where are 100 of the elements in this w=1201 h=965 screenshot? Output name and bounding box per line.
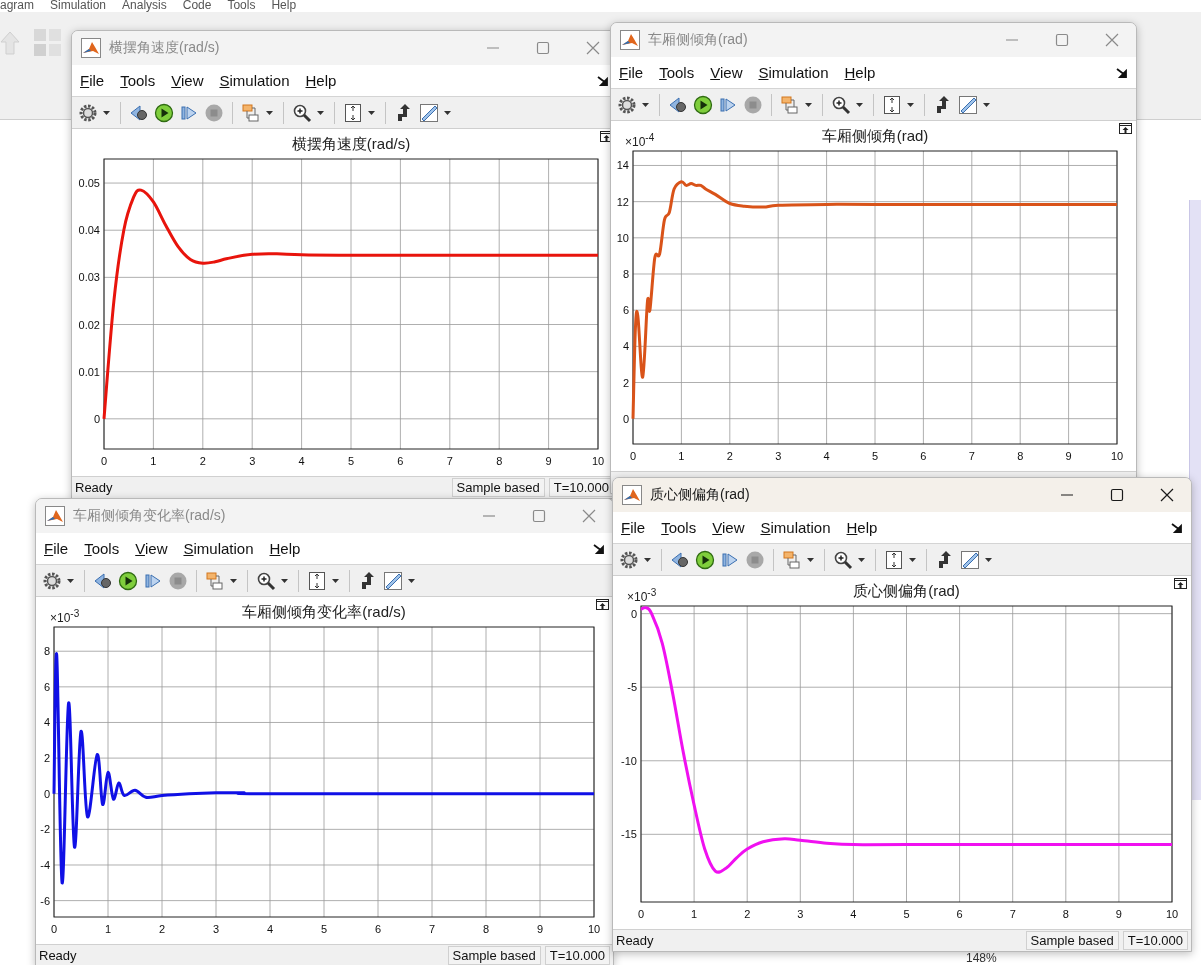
- caret-icon[interactable]: [67, 578, 74, 583]
- tick-label: 12: [616, 195, 629, 208]
- blocks-icon[interactable]: [205, 570, 225, 591]
- settings-icon[interactable]: [617, 94, 637, 115]
- zoom-icon[interactable]: [256, 570, 276, 591]
- caret-icon[interactable]: [266, 110, 273, 115]
- ruler-icon[interactable]: [958, 94, 978, 115]
- blocks-icon[interactable]: [780, 94, 800, 115]
- caret-icon[interactable]: [642, 102, 649, 107]
- caret-icon[interactable]: [909, 557, 916, 562]
- menu-item[interactable]: Simulation: [760, 519, 831, 536]
- menu-item[interactable]: Tools: [227, 0, 256, 11]
- caret-icon[interactable]: [985, 557, 992, 562]
- zoom-icon[interactable]: [831, 94, 851, 115]
- caret-icon[interactable]: [856, 102, 863, 107]
- tick-label: 9: [536, 923, 544, 935]
- menu-item[interactable]: Simulation: [50, 0, 107, 11]
- blocks-icon[interactable]: [241, 102, 261, 123]
- step-back-icon[interactable]: [93, 570, 113, 591]
- caret-icon[interactable]: [368, 110, 375, 115]
- dock-icon[interactable]: [1171, 521, 1183, 534]
- step-back-icon[interactable]: [129, 102, 149, 123]
- run-icon[interactable]: [154, 102, 174, 123]
- zoom-icon[interactable]: [833, 549, 853, 570]
- menu-item[interactable]: Help: [269, 540, 301, 557]
- caret-icon[interactable]: [408, 578, 415, 583]
- stop-icon[interactable]: [204, 102, 224, 123]
- caret-icon[interactable]: [230, 578, 237, 583]
- caret-icon[interactable]: [444, 110, 451, 115]
- undock-icon[interactable]: [1174, 578, 1187, 589]
- undock-icon[interactable]: [596, 599, 609, 610]
- menu-item[interactable]: Tools: [120, 72, 156, 89]
- tick-label: -10: [621, 754, 637, 767]
- menu-item[interactable]: Simulation: [183, 540, 254, 557]
- settings-icon[interactable]: [42, 570, 62, 591]
- menu-item[interactable]: File: [44, 540, 69, 557]
- menu-item[interactable]: Analysis: [122, 0, 167, 11]
- menu-item[interactable]: View: [712, 519, 745, 536]
- stop-icon[interactable]: [745, 549, 765, 570]
- scale-axes-icon[interactable]: [343, 102, 363, 123]
- menu-item[interactable]: File: [621, 519, 646, 536]
- close-icon[interactable]: [1159, 487, 1175, 503]
- caret-icon[interactable]: [281, 578, 288, 583]
- menu-item[interactable]: View: [171, 72, 204, 89]
- stop-icon[interactable]: [168, 570, 188, 591]
- menu-item[interactable]: View: [135, 540, 168, 557]
- caret-icon[interactable]: [907, 102, 914, 107]
- menu-item[interactable]: Tools: [659, 64, 695, 81]
- run-icon[interactable]: [118, 570, 138, 591]
- caret-icon[interactable]: [983, 102, 990, 107]
- dock-icon[interactable]: [593, 542, 605, 555]
- menu-item[interactable]: File: [80, 72, 105, 89]
- menu-item[interactable]: Help: [271, 0, 297, 11]
- blocks-icon[interactable]: [782, 549, 802, 570]
- ruler-icon[interactable]: [383, 570, 403, 591]
- zoom-icon[interactable]: [292, 102, 312, 123]
- menu-item[interactable]: Code: [182, 0, 212, 11]
- scale-axes-icon[interactable]: [884, 549, 904, 570]
- status-field: T=10.000: [548, 478, 614, 497]
- scale-axes-icon[interactable]: [307, 570, 327, 591]
- caret-icon[interactable]: [805, 102, 812, 107]
- menu-item[interactable]: Simulation: [758, 64, 829, 81]
- settings-icon[interactable]: [78, 102, 98, 123]
- tick-label: 1: [691, 908, 698, 920]
- menu-item[interactable]: File: [619, 64, 644, 81]
- caret-icon[interactable]: [332, 578, 339, 583]
- tick-label: 10: [1110, 450, 1124, 462]
- dock-icon[interactable]: [597, 74, 609, 87]
- caret-icon[interactable]: [858, 557, 865, 562]
- status-field: T=10.000: [544, 946, 610, 965]
- tick-label: 2: [744, 908, 751, 920]
- menu-item[interactable]: Tools: [661, 519, 697, 536]
- tick-label: 6: [397, 455, 404, 467]
- settings-icon[interactable]: [619, 549, 639, 570]
- tick-label: 1: [678, 450, 685, 462]
- menu-item[interactable]: Help: [305, 72, 337, 89]
- menu-item[interactable]: View: [710, 64, 743, 81]
- menu-item[interactable]: Tools: [84, 540, 120, 557]
- maximize-icon[interactable]: [1109, 487, 1125, 503]
- caret-icon[interactable]: [317, 110, 324, 115]
- caret-icon[interactable]: [807, 557, 814, 562]
- tick-label: 0: [630, 607, 637, 620]
- menu-item[interactable]: agram: [0, 0, 34, 11]
- undock-icon[interactable]: [1119, 123, 1132, 134]
- step-back-icon[interactable]: [670, 549, 690, 570]
- scale-axes-icon[interactable]: [882, 94, 902, 115]
- caret-icon[interactable]: [103, 110, 110, 115]
- menu-item[interactable]: Help: [844, 64, 876, 81]
- stop-icon[interactable]: [743, 94, 763, 115]
- ruler-icon[interactable]: [419, 102, 439, 123]
- dock-icon[interactable]: [1116, 66, 1128, 79]
- run-icon[interactable]: [693, 94, 713, 115]
- menu-item[interactable]: Help: [846, 519, 878, 536]
- menu-item[interactable]: Simulation: [219, 72, 290, 89]
- tick-label: 10: [616, 231, 629, 244]
- caret-icon[interactable]: [644, 557, 651, 562]
- ruler-icon[interactable]: [960, 549, 980, 570]
- tick-label: 4: [43, 716, 50, 729]
- run-icon[interactable]: [695, 549, 715, 570]
- step-back-icon[interactable]: [668, 94, 688, 115]
